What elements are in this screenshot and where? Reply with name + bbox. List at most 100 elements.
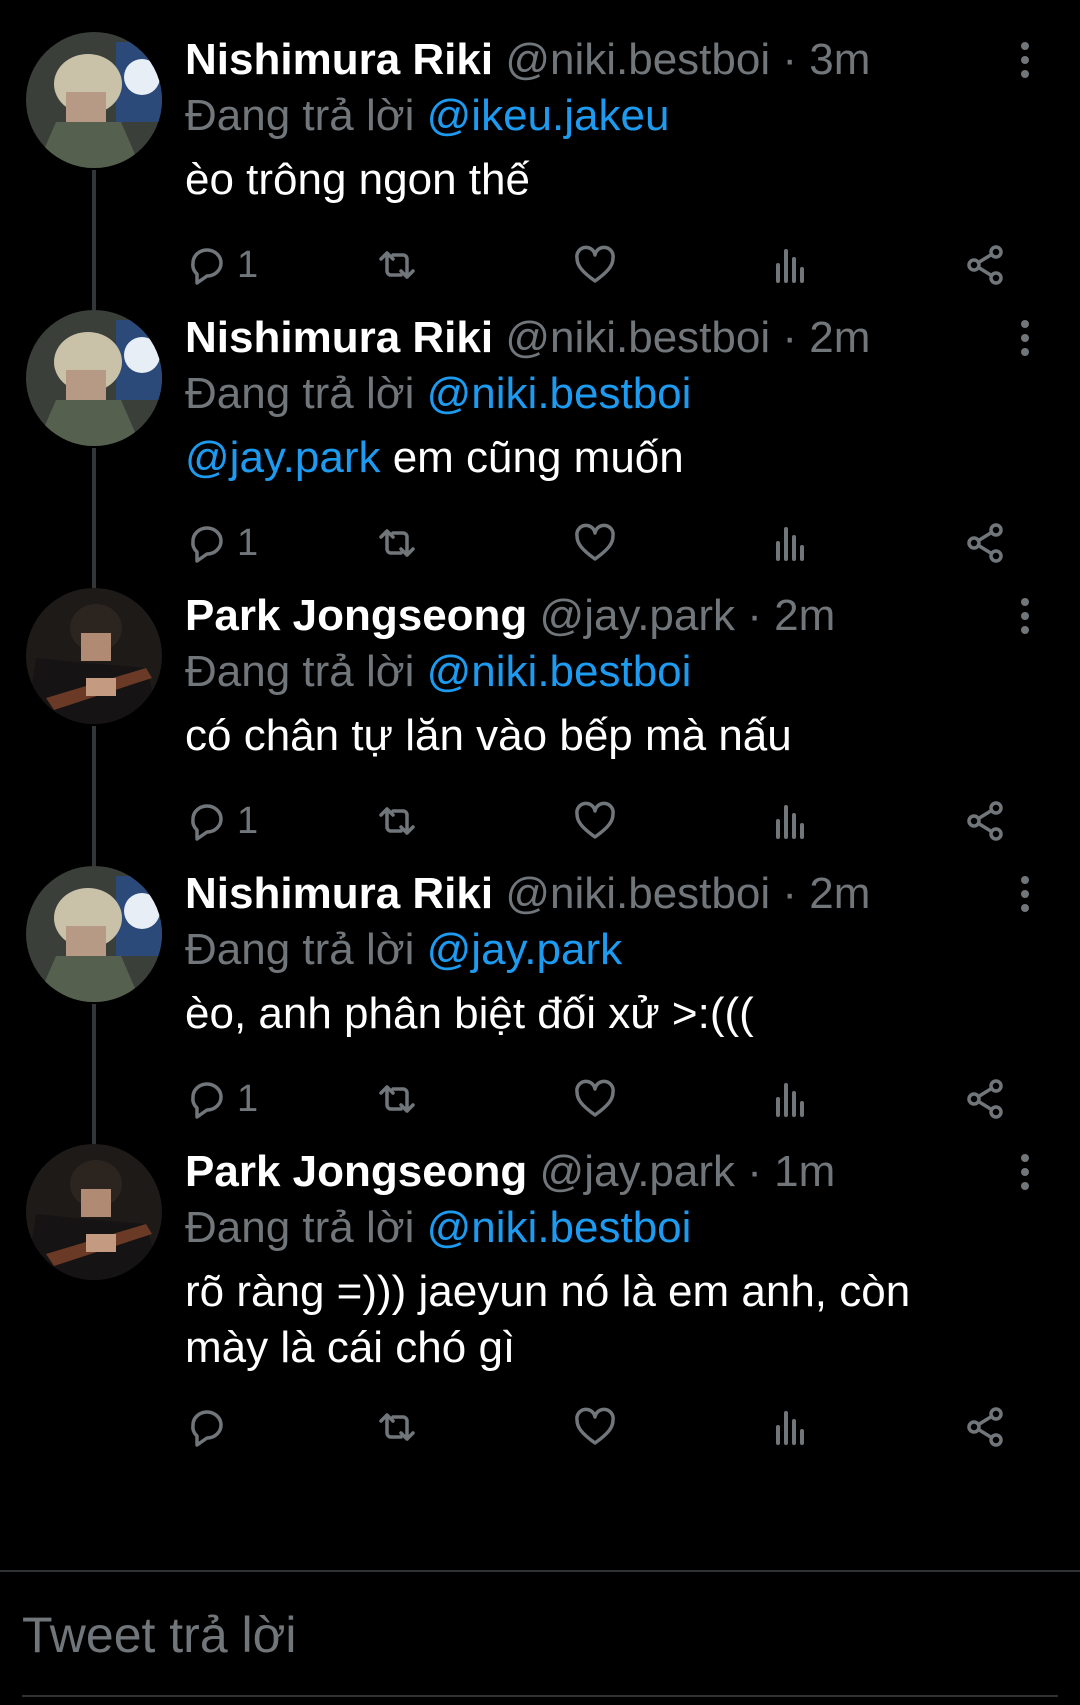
- tweet-header: Park Jongseong @jay.park · 2m: [185, 586, 985, 646]
- share-button[interactable]: [963, 240, 1007, 290]
- like-button[interactable]: [573, 518, 617, 568]
- user-handle[interactable]: @niki.bestboi: [505, 35, 770, 84]
- timestamp[interactable]: 1m: [774, 1147, 835, 1196]
- share-button[interactable]: [963, 796, 1007, 846]
- action-bar: 1: [185, 796, 1035, 846]
- like-button[interactable]: [573, 1074, 617, 1124]
- avatar[interactable]: [26, 866, 162, 1002]
- reply-count: 1: [237, 1077, 259, 1120]
- views-icon: [776, 805, 804, 839]
- user-handle[interactable]: @niki.bestboi: [505, 869, 770, 918]
- display-name[interactable]: Nishimura Riki: [185, 869, 493, 918]
- retweet-icon: [379, 1413, 415, 1441]
- retweet-icon: [379, 1085, 415, 1113]
- thread-connector: [92, 448, 96, 588]
- replying-to-label: Đang trả lời: [185, 1203, 415, 1252]
- like-button[interactable]: [573, 796, 617, 846]
- mention-link[interactable]: @jay.park: [185, 433, 380, 482]
- user-handle[interactable]: @niki.bestboi: [505, 313, 770, 362]
- tweet-text-line: èo, anh phân biệt đối xử >:(((: [185, 989, 754, 1038]
- tweet-header: Nishimura Riki @niki.bestboi · 2m: [185, 864, 985, 924]
- timestamp[interactable]: 2m: [809, 869, 870, 918]
- reply-count: 1: [237, 521, 259, 564]
- action-bar: 1: [185, 518, 1035, 568]
- avatar[interactable]: [26, 588, 162, 724]
- heart-icon: [575, 245, 615, 283]
- retweet-button[interactable]: [375, 240, 419, 290]
- share-icon: [967, 245, 1003, 285]
- tweet-text: rõ ràng =))) jaeyun nó là em anh, còn mà…: [185, 1264, 1015, 1376]
- reply-button[interactable]: 1: [185, 1074, 258, 1124]
- heart-icon: [575, 1079, 615, 1117]
- more-vertical-icon[interactable]: [1010, 874, 1040, 914]
- like-button[interactable]: [573, 1402, 617, 1452]
- views-button[interactable]: [770, 240, 814, 290]
- reply-icon: [191, 248, 223, 285]
- retweet-button[interactable]: [375, 1074, 419, 1124]
- timestamp[interactable]: 3m: [809, 35, 870, 84]
- display-name[interactable]: Park Jongseong: [185, 591, 527, 640]
- action-bar: 1: [185, 240, 1035, 290]
- reply-count: 1: [237, 243, 259, 286]
- like-button[interactable]: [573, 240, 617, 290]
- user-handle[interactable]: @jay.park: [540, 1147, 735, 1196]
- tweet-header: Nishimura Riki @niki.bestboi · 3m: [185, 30, 985, 90]
- timestamp[interactable]: 2m: [809, 313, 870, 362]
- share-button[interactable]: [963, 518, 1007, 568]
- retweet-icon: [379, 807, 415, 835]
- display-name[interactable]: Nishimura Riki: [185, 313, 493, 362]
- tweet-text-line: mày là cái chó gì: [185, 1323, 516, 1372]
- reply-button[interactable]: 1: [185, 518, 258, 568]
- user-handle[interactable]: @jay.park: [540, 591, 735, 640]
- display-name[interactable]: Park Jongseong: [185, 1147, 527, 1196]
- tweet-text: èo, anh phân biệt đối xử >:(((: [185, 986, 1015, 1042]
- retweet-button[interactable]: [375, 518, 419, 568]
- views-icon: [776, 1083, 804, 1117]
- thread-connector: [92, 1004, 96, 1144]
- share-button[interactable]: [963, 1402, 1007, 1452]
- more-vertical-icon[interactable]: [1010, 1152, 1040, 1192]
- reply-count: 1: [237, 799, 259, 842]
- views-button[interactable]: [770, 518, 814, 568]
- more-vertical-icon[interactable]: [1010, 40, 1040, 80]
- more-vertical-icon[interactable]: [1010, 596, 1040, 636]
- separator-dot: ·: [747, 1147, 762, 1196]
- replying-to: Đang trả lời @ikeu.jakeu: [185, 86, 669, 146]
- replying-to-handle[interactable]: @niki.bestboi: [427, 1203, 692, 1252]
- share-icon: [967, 1407, 1003, 1447]
- reply-button[interactable]: 1: [185, 796, 258, 846]
- views-button[interactable]: [770, 796, 814, 846]
- views-button[interactable]: [770, 1402, 814, 1452]
- thread-connector: [92, 726, 96, 866]
- retweet-button[interactable]: [375, 796, 419, 846]
- action-bar: [185, 1402, 1035, 1452]
- replying-to-label: Đang trả lời: [185, 369, 415, 418]
- heart-icon: [575, 1407, 615, 1445]
- retweet-icon: [379, 529, 415, 557]
- timestamp[interactable]: 2m: [774, 591, 835, 640]
- retweet-button[interactable]: [375, 1402, 419, 1452]
- reply-icon: [191, 804, 223, 841]
- reply-button[interactable]: [185, 1402, 237, 1452]
- reply-button[interactable]: 1: [185, 240, 258, 290]
- avatar[interactable]: [26, 32, 162, 168]
- tweet-text-line: rõ ràng =))) jaeyun nó là em anh, còn: [185, 1267, 911, 1316]
- reply-compose-input[interactable]: Tweet trả lời: [22, 1600, 1052, 1670]
- separator-dot: ·: [782, 313, 798, 362]
- avatar[interactable]: [26, 1144, 162, 1280]
- replying-to-handle[interactable]: @niki.bestboi: [427, 647, 692, 696]
- views-button[interactable]: [770, 1074, 814, 1124]
- replying-to-handle[interactable]: @jay.park: [427, 925, 622, 974]
- share-button[interactable]: [963, 1074, 1007, 1124]
- display-name[interactable]: Nishimura Riki: [185, 35, 493, 84]
- separator-dot: ·: [782, 35, 798, 84]
- more-vertical-icon[interactable]: [1010, 318, 1040, 358]
- avatar[interactable]: [26, 310, 162, 446]
- replying-to-label: Đang trả lời: [185, 925, 415, 974]
- replying-to-handle[interactable]: @niki.bestboi: [427, 369, 692, 418]
- replying-to: Đang trả lời @niki.bestboi: [185, 1198, 691, 1258]
- heart-icon: [575, 523, 615, 561]
- share-icon: [967, 523, 1003, 563]
- tweet-text: èo trông ngon thế: [185, 152, 1015, 208]
- replying-to-handle[interactable]: @ikeu.jakeu: [427, 91, 670, 140]
